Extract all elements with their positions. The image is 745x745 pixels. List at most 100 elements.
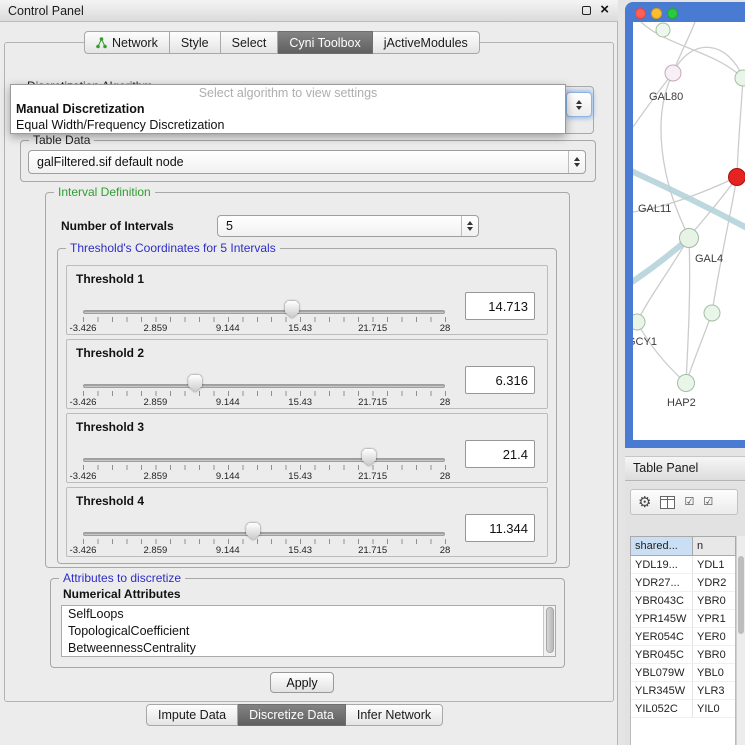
table-data-combobox[interactable]: galFiltered.sif default node	[28, 150, 586, 174]
close-icon[interactable]: ×	[600, 1, 609, 18]
dropdown-option-equal-width[interactable]: Equal Width/Frequency Discretization	[11, 117, 565, 133]
table-row[interactable]: YIL052CYIL0	[631, 700, 735, 718]
table-row[interactable]: YER054CYER0	[631, 628, 735, 646]
tick-label: 15.43	[288, 397, 312, 408]
table-row[interactable]: YBR045CYBR0	[631, 646, 735, 664]
list-item[interactable]: BetweennessCentrality	[62, 640, 555, 657]
node-label: GAL80	[649, 91, 683, 103]
tab-label: Impute Data	[158, 708, 226, 722]
table-cell: YBR0	[693, 646, 733, 663]
algorithm-combobox[interactable]	[566, 92, 592, 117]
threshold-value-input[interactable]	[465, 292, 535, 320]
threshold-value-input[interactable]	[465, 440, 535, 468]
apply-button[interactable]: Apply	[270, 672, 334, 693]
group-title: Attributes to discretize	[59, 571, 185, 585]
table-scrollbar[interactable]	[736, 536, 745, 745]
tab-select[interactable]: Select	[221, 31, 279, 54]
tab-impute-data[interactable]: Impute Data	[146, 704, 238, 726]
select-all-icon[interactable]: ☑	[684, 497, 694, 508]
table-row[interactable]: YLR345WYLR3	[631, 682, 735, 700]
slider-track[interactable]	[83, 384, 445, 388]
table-cell: YPR1	[693, 610, 733, 627]
threshold-label: Threshold 2	[76, 346, 144, 360]
table-row[interactable]: YBR043CYBR0	[631, 592, 735, 610]
network-node[interactable]	[633, 314, 645, 330]
column-header-name[interactable]: n	[693, 536, 736, 556]
down-arrow-icon	[467, 227, 473, 231]
threshold-slider[interactable]: -3.4262.8599.14415.4321.71528	[83, 372, 445, 406]
threshold-slider[interactable]: -3.4262.8599.14415.4321.71528	[83, 446, 445, 480]
slider-track[interactable]	[83, 310, 445, 314]
network-node-highlighted[interactable]	[729, 169, 745, 186]
close-traffic-light-icon[interactable]	[635, 8, 646, 19]
scrollbar-thumb[interactable]	[738, 556, 744, 634]
column-header-shared-name[interactable]: shared...	[630, 536, 693, 556]
up-arrow-icon	[467, 221, 473, 225]
threshold-slider[interactable]: -3.4262.8599.14415.4321.71528	[83, 520, 445, 554]
slider-thumb[interactable]	[285, 301, 299, 318]
table-row[interactable]: YDR27...YDR2	[631, 574, 735, 592]
tab-style[interactable]: Style	[170, 31, 221, 54]
table-cell: YDR27...	[631, 574, 693, 591]
table-cell: YBR043C	[631, 592, 693, 609]
tick-label: 28	[440, 471, 451, 482]
zoom-traffic-light-icon[interactable]	[667, 8, 678, 19]
threshold-value-input[interactable]	[465, 366, 535, 394]
threshold-label: Threshold 3	[76, 420, 144, 434]
minimize-traffic-light-icon[interactable]	[651, 8, 662, 19]
threshold-value-input[interactable]	[465, 514, 535, 542]
table-toolbar: ⚙ ☑ ☑	[630, 489, 738, 515]
tab-infer-network[interactable]: Infer Network	[346, 704, 443, 726]
tick-label: -3.426	[70, 545, 97, 556]
scrollbar-thumb[interactable]	[546, 607, 554, 653]
dropdown-option-placeholder[interactable]: Select algorithm to view settings	[11, 85, 565, 101]
tab-jactivemodules[interactable]: jActiveModules	[373, 31, 480, 54]
tick-label: 15.43	[288, 323, 312, 334]
slider-track[interactable]	[83, 458, 445, 462]
table-cell: YBR0	[693, 592, 733, 609]
slider-thumb[interactable]	[246, 523, 260, 540]
network-node[interactable]	[680, 229, 699, 248]
network-node[interactable]	[656, 23, 670, 37]
control-panel-titlebar: Control Panel ×	[0, 0, 618, 22]
list-item[interactable]: SelfLoops	[62, 606, 555, 623]
thresholds-group: Threshold's Coordinates for 5 Intervals …	[57, 248, 557, 564]
dropdown-option-manual[interactable]: Manual Discretization	[11, 101, 565, 117]
attributes-group: Attributes to discretize Numerical Attri…	[50, 578, 565, 668]
slider-thumb[interactable]	[362, 449, 376, 466]
num-intervals-combobox[interactable]: 5	[217, 215, 479, 237]
table-panel-title: Table Panel	[633, 461, 698, 475]
node-label: GCY1	[633, 336, 657, 348]
gear-icon[interactable]: ⚙	[638, 495, 651, 510]
columns-icon[interactable]	[660, 496, 675, 509]
up-arrow-icon	[574, 157, 580, 161]
panel-title: Control Panel	[8, 4, 84, 18]
network-node[interactable]	[704, 305, 720, 321]
slider-track[interactable]	[83, 532, 445, 536]
tab-label: jActiveModules	[384, 36, 468, 50]
network-node[interactable]	[678, 375, 695, 392]
network-window[interactable]: GAL80 GAL11 GAL4 GCY1 HAP2	[625, 2, 745, 448]
tick-label: -3.426	[70, 323, 97, 334]
list-scrollbar[interactable]	[543, 606, 555, 656]
table-row[interactable]: YBL079WYBL0	[631, 664, 735, 682]
combobox-stepper-icon	[461, 216, 478, 236]
network-canvas[interactable]: GAL80 GAL11 GAL4 GCY1 HAP2	[633, 22, 745, 440]
tab-network[interactable]: Network	[84, 31, 170, 54]
tab-discretize-data[interactable]: Discretize Data	[238, 704, 346, 726]
select-none-icon[interactable]: ☑	[703, 497, 713, 508]
table-row[interactable]: YDL19...YDL1	[631, 556, 735, 574]
tab-cyni-toolbox[interactable]: Cyni Toolbox	[278, 31, 372, 54]
node-label: GAL11	[638, 203, 671, 215]
float-window-icon[interactable]	[582, 6, 591, 15]
slider-thumb[interactable]	[188, 375, 202, 392]
table-row[interactable]: YPR145WYPR1	[631, 610, 735, 628]
list-item[interactable]: TopologicalCoefficient	[62, 623, 555, 640]
tick-label: 15.43	[288, 471, 312, 482]
threshold-slider[interactable]: -3.4262.8599.14415.4321.71528	[83, 298, 445, 332]
network-node[interactable]	[665, 65, 681, 81]
attributes-list[interactable]: SelfLoops TopologicalCoefficient Between…	[61, 605, 556, 657]
tick-label: 9.144	[216, 397, 240, 408]
toolbar-tabs: Network Style Select Cyni Toolbox jActiv…	[84, 31, 480, 54]
slider-scale: -3.4262.8599.14415.4321.71528	[83, 471, 445, 483]
